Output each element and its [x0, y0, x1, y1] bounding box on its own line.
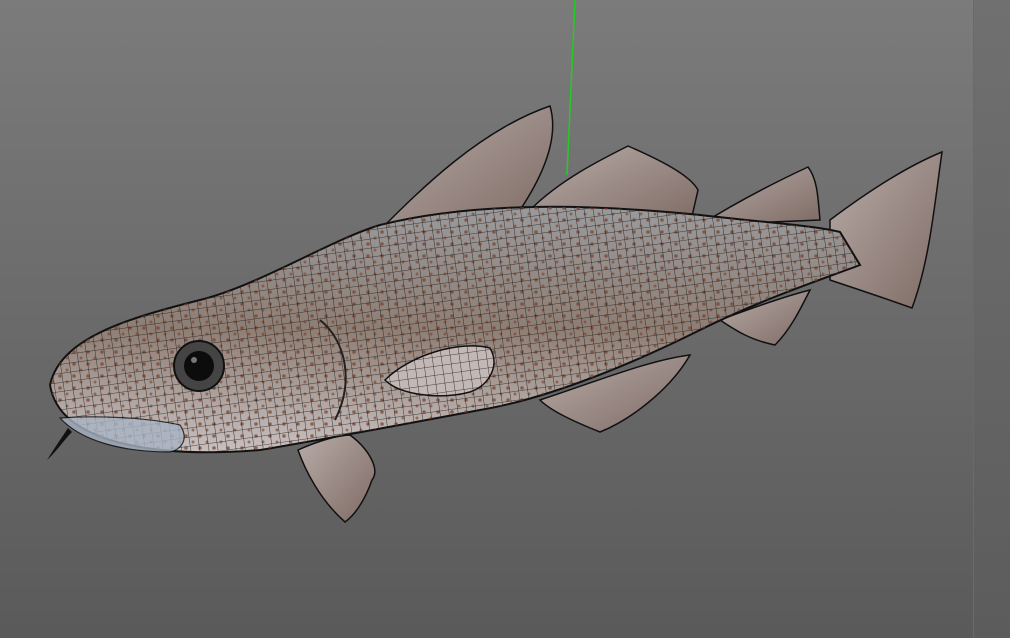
eye-icon: [173, 340, 225, 392]
side-panel: [973, 0, 1010, 638]
barbel: [47, 428, 72, 460]
fish-model[interactable]: [0, 0, 973, 638]
y-axis-line: [566, 0, 576, 176]
3d-viewport[interactable]: [0, 0, 973, 638]
